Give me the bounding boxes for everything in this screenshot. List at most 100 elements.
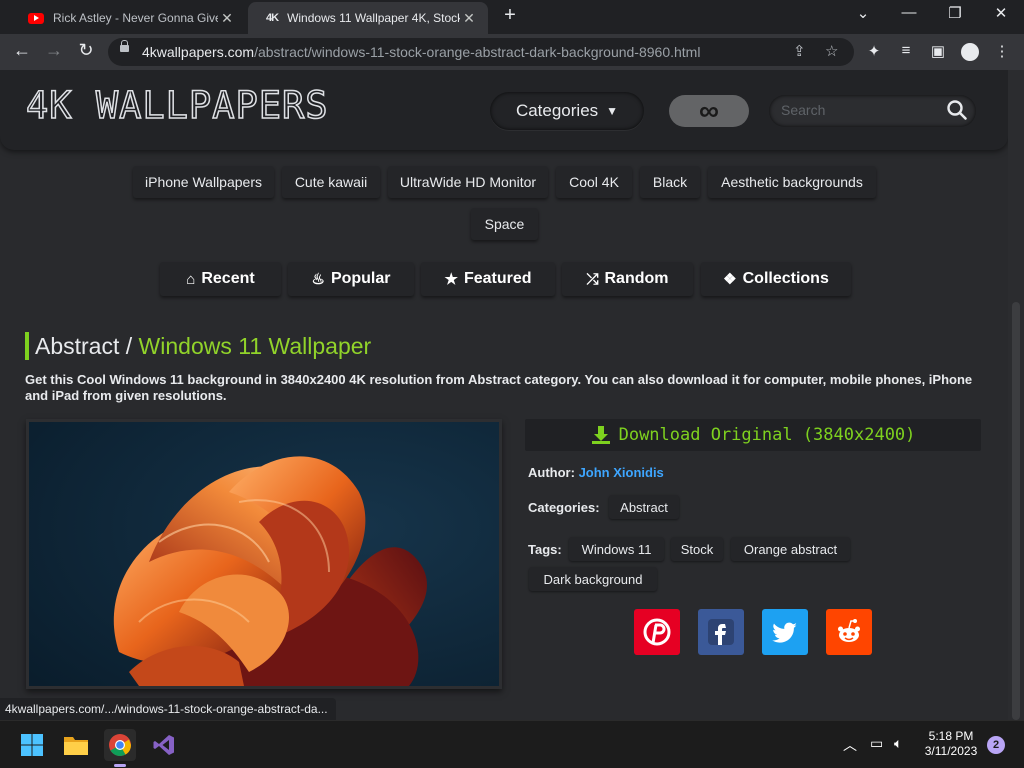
url-text[interactable]: 4kwallpapers.com/abstract/windows-11-sto… [142, 44, 700, 60]
nav-recent[interactable]: ⌂ Recent [160, 262, 281, 296]
system-clock[interactable]: 5:18 PM 3/11/2023 [918, 729, 984, 759]
close-icon[interactable]: ✕ [460, 10, 478, 27]
reload-icon[interactable]: ↻ [74, 40, 98, 61]
nav-collections[interactable]: ❖ Collections [701, 262, 851, 296]
clock-time: 5:18 PM [928, 729, 974, 743]
site-header: 4K WALLPAPERS Categories ▼ ∞ [0, 70, 1008, 150]
minimize-button[interactable]: — [889, 4, 929, 21]
menu-icon[interactable]: ⋮ [992, 42, 1012, 60]
search-input[interactable] [781, 102, 931, 118]
cubes-icon: ❖ [723, 271, 737, 288]
tag-cute-kawaii[interactable]: Cute kawaii [282, 166, 380, 198]
search-box[interactable] [769, 95, 976, 127]
visual-studio-button[interactable] [148, 729, 180, 761]
youtube-icon [28, 12, 44, 24]
page-scrollbar-track[interactable] [1008, 70, 1024, 720]
show-hidden-icons-chevron-icon[interactable]: ︿ [843, 735, 857, 755]
download-icon [591, 426, 610, 444]
page-viewport: 4K WALLPAPERS Categories ▼ ∞ iPhone Wall… [0, 70, 1024, 720]
facebook-icon [708, 619, 734, 645]
shuffle-icon: ⤮ [586, 270, 599, 288]
clock-date: 3/11/2023 [924, 744, 978, 758]
tab-strip: Rick Astley - Never Gonna Give You Up ✕ … [0, 0, 1024, 34]
tab-title: Rick Astley - Never Gonna Give You Up [53, 11, 218, 25]
author-link[interactable]: John Xionidis [579, 465, 664, 480]
network-icon[interactable]: ▭ [870, 735, 883, 752]
window-close-button[interactable]: ✕ [981, 4, 1021, 22]
tab-search-dropdown-icon[interactable]: ⌄ [843, 4, 883, 22]
author-row: Author: John Xionidis [528, 465, 664, 480]
site-logo[interactable]: 4K WALLPAPERS [25, 83, 329, 128]
visual-studio-icon [153, 735, 174, 755]
share-icon[interactable]: ⇪ [793, 42, 806, 60]
file-explorer-button[interactable] [60, 729, 92, 761]
reddit-share-button[interactable] [826, 609, 872, 655]
infinite-scroll-toggle-icon[interactable]: ∞ [669, 95, 749, 127]
tab-title: Windows 11 Wallpaper 4K, Stock [287, 11, 460, 25]
download-original-button[interactable]: Download Original (3840x2400) [525, 419, 981, 451]
active-app-indicator [114, 764, 126, 767]
chrome-icon [109, 734, 131, 756]
categories-label: Categories [515, 101, 599, 120]
address-bar[interactable]: 4kwallpapers.com/abstract/windows-11-sto… [108, 38, 854, 66]
page-scrollbar-thumb[interactable] [1012, 302, 1020, 720]
notification-badge[interactable]: 2 [987, 736, 1005, 754]
restore-button[interactable]: ❐ [935, 4, 975, 22]
link-status-bubble: 4kwallpapers.com/.../windows-11-stock-or… [0, 698, 336, 720]
nav-featured[interactable]: ★ Featured [421, 262, 555, 296]
categories-label: Categories: [528, 500, 600, 515]
media-control-icon[interactable]: ≡ [896, 42, 916, 59]
wallpaper-title: Windows 11 Wallpaper [138, 333, 372, 359]
pinterest-share-button[interactable] [634, 609, 680, 655]
breadcrumb-category[interactable]: Abstract [35, 333, 119, 359]
chrome-taskbar-button[interactable] [104, 729, 136, 767]
facebook-share-button[interactable] [698, 609, 744, 655]
tag-space[interactable]: Space [471, 208, 538, 240]
tag-orange-abstract[interactable]: Orange abstract [731, 537, 850, 561]
nav-random[interactable]: ⤮ Random [562, 262, 693, 296]
categories-button[interactable]: Categories ▼ [490, 92, 644, 130]
windows-start-icon [21, 734, 43, 756]
search-icon[interactable] [946, 99, 968, 121]
new-tab-button[interactable]: + [498, 4, 522, 27]
tag-black[interactable]: Black [640, 166, 700, 198]
side-panel-icon[interactable]: ▣ [928, 42, 948, 60]
chevron-down-icon: ▼ [606, 104, 619, 118]
tab-4kwallpapers[interactable]: 4K Windows 11 Wallpaper 4K, Stock ✕ [248, 2, 488, 34]
twitter-icon [772, 622, 797, 643]
tab-youtube[interactable]: Rick Astley - Never Gonna Give You Up ✕ [10, 2, 246, 34]
home-icon: ⌂ [186, 270, 196, 288]
browser-toolbar: ← → ↻ 4kwallpapers.com/abstract/windows-… [0, 34, 1024, 70]
start-button[interactable] [16, 729, 48, 761]
windows-taskbar: ︿ ▭ 🔈︎ 5:18 PM 3/11/2023 2 [0, 720, 1024, 768]
twitter-share-button[interactable] [762, 609, 808, 655]
tag-iphone-wallpapers[interactable]: iPhone Wallpapers [133, 166, 274, 198]
page-title: Abstract / Windows 11 Wallpaper [25, 332, 371, 360]
nav-popular[interactable]: ♨ Popular [288, 262, 414, 296]
windows-11-bloom-image [29, 422, 499, 686]
tag-cool-4k[interactable]: Cool 4K [556, 166, 632, 198]
wallpaper-preview[interactable] [26, 419, 502, 689]
tag-ultrawide-hd-monitor[interactable]: UltraWide HD Monitor [388, 166, 548, 198]
reddit-icon [838, 619, 860, 642]
extensions-icon[interactable]: ✦ [864, 42, 884, 60]
tags-label: Tags: [528, 542, 562, 557]
folder-icon [64, 737, 88, 755]
4k-icon: 4K [266, 12, 279, 24]
volume-icon[interactable]: 🔈︎ [894, 735, 902, 752]
close-icon[interactable]: ✕ [218, 10, 236, 27]
tag-dark-background[interactable]: Dark background [529, 567, 657, 591]
bookmark-star-icon[interactable]: ☆ [825, 42, 838, 60]
pinterest-icon [643, 618, 671, 646]
tag-stock[interactable]: Stock [671, 537, 723, 561]
forward-icon[interactable]: → [42, 40, 66, 61]
wallpaper-description: Get this Cool Windows 11 background in 3… [25, 372, 973, 403]
profile-avatar-icon[interactable] [961, 43, 979, 61]
fire-icon: ♨ [311, 271, 325, 288]
tag-windows-11[interactable]: Windows 11 [569, 537, 664, 561]
back-icon[interactable]: ← [10, 40, 34, 61]
lock-icon[interactable] [120, 40, 129, 52]
tag-aesthetic-backgrounds[interactable]: Aesthetic backgrounds [708, 166, 876, 198]
category-abstract[interactable]: Abstract [609, 495, 679, 519]
star-icon: ★ [444, 271, 458, 288]
